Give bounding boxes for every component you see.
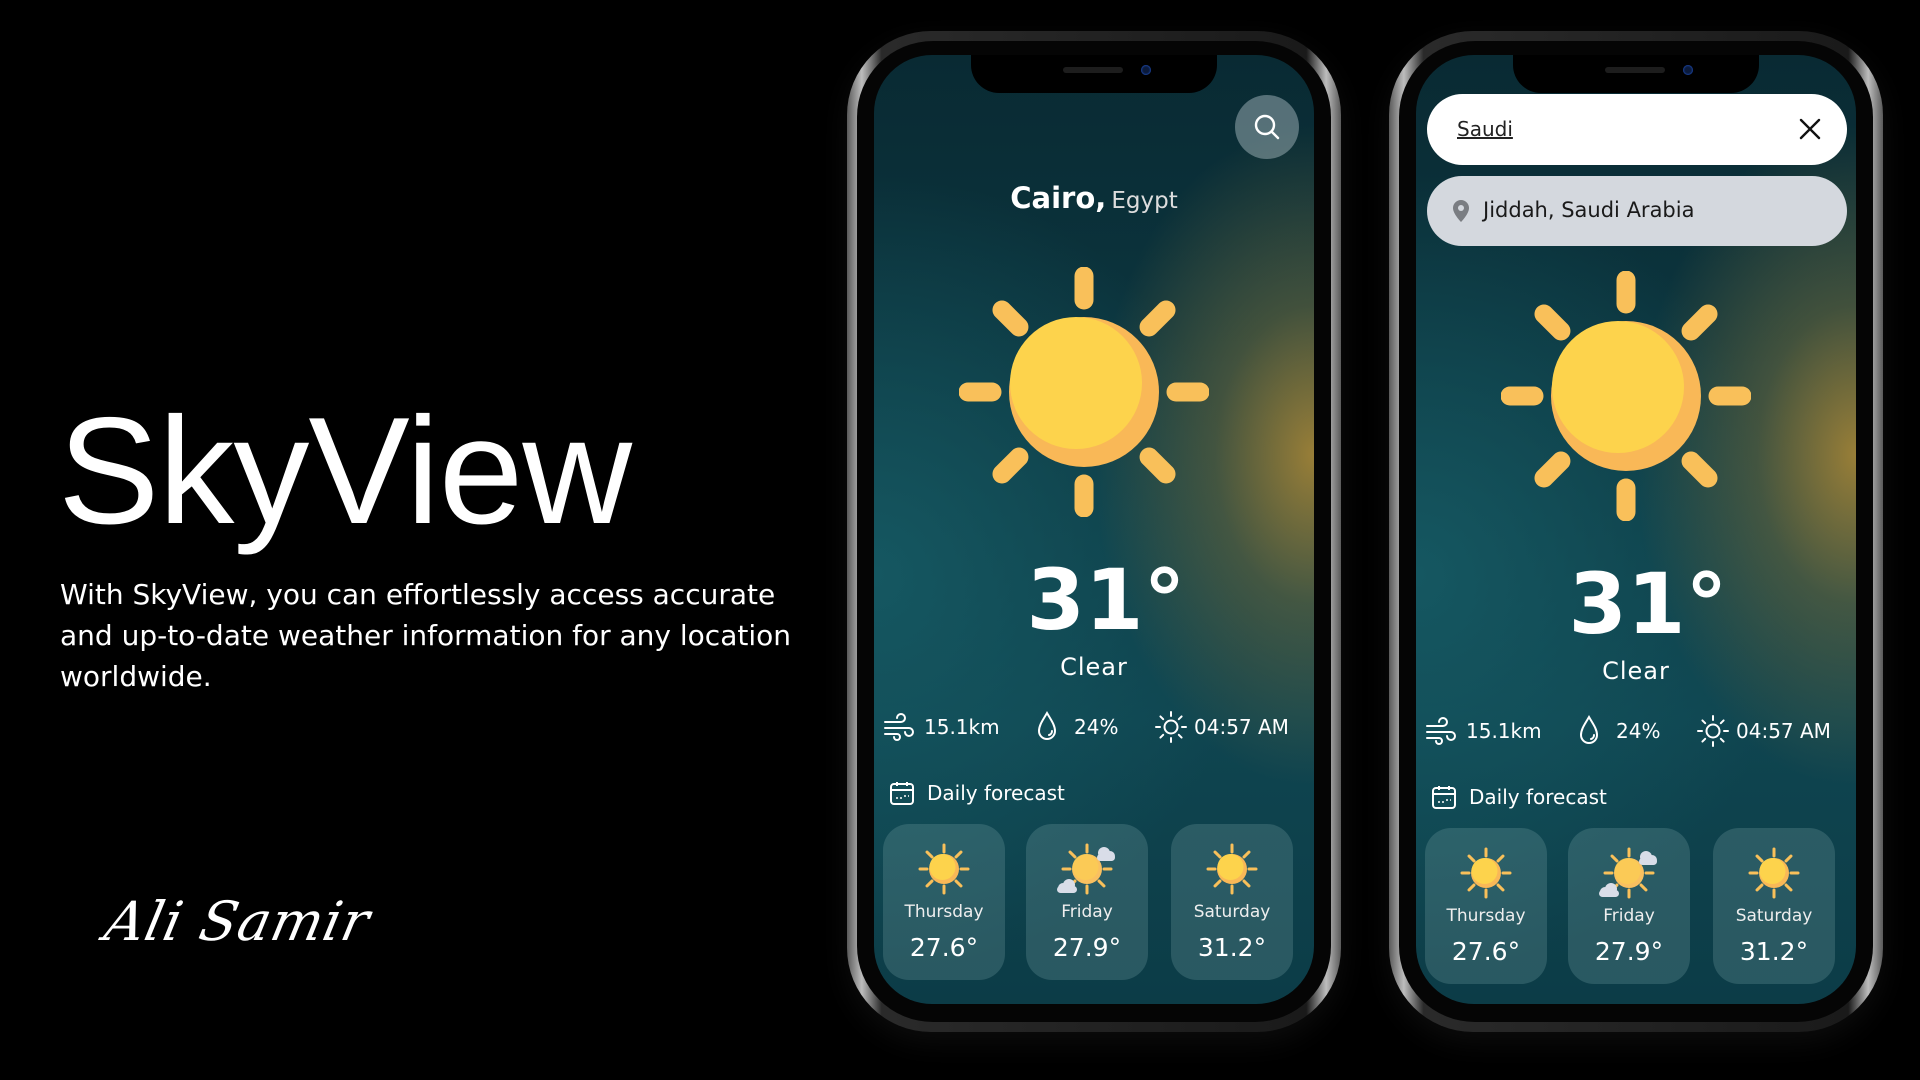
- wind-value: 15.1km: [924, 715, 1000, 739]
- daily-forecast-label: Daily forecast: [1469, 785, 1607, 809]
- forecast-temp: 27.6°: [1451, 937, 1521, 966]
- sun-ray: [992, 300, 1029, 337]
- phone-notch: [1513, 55, 1759, 93]
- sun-ray: [1139, 300, 1176, 337]
- forecast-temp: 31.2°: [1739, 937, 1809, 966]
- search-bar: [1427, 94, 1847, 165]
- forecast-temp: 27.9°: [1052, 933, 1122, 962]
- forecast-day: Saturday: [1193, 902, 1271, 922]
- weather-screen: 31° Clear 15.1km 24% 04:57 AM Daily fore…: [874, 55, 1314, 1004]
- forecast-temp: 27.9°: [1594, 937, 1664, 966]
- phone-mockup: 31° Clear 15.1km 24% 04:57 AM Daily fore…: [847, 31, 1341, 1032]
- current-temperature: 31°: [1568, 555, 1728, 653]
- wind-value: 15.1km: [1466, 719, 1542, 743]
- forecast-day: Saturday: [1735, 906, 1813, 926]
- sun-ray: [1534, 451, 1571, 488]
- humidity-icon: [1579, 714, 1599, 744]
- sun-cloud-icon: [1057, 843, 1115, 895]
- sun-ray: [1681, 451, 1718, 488]
- search-icon: [1254, 114, 1280, 140]
- weather-condition: Clear: [1060, 653, 1128, 681]
- wind-icon: [1426, 717, 1456, 745]
- phone-notch: [971, 55, 1217, 93]
- sun-ray: [992, 447, 1029, 484]
- location-title: Cairo, Egypt: [874, 181, 1314, 215]
- suggestion-label: Jiddah, Saudi Arabia: [1483, 198, 1695, 222]
- sunrise-value: 04:57 AM: [1736, 719, 1831, 743]
- sun-ray: [1681, 304, 1718, 341]
- app-description: With SkyView, you can effortlessly acces…: [60, 578, 791, 693]
- calendar-icon: [890, 782, 914, 805]
- current-temperature: 31°: [1026, 551, 1186, 649]
- forecast-day: Thursday: [1446, 906, 1526, 926]
- forecast-day: Friday: [1061, 902, 1113, 922]
- forecast-card[interactable]: Thursday 27.6°: [883, 824, 1005, 980]
- forecast-day: Friday: [1603, 906, 1655, 926]
- sun-ray: [1139, 447, 1176, 484]
- humidity-value: 24%: [1616, 719, 1661, 743]
- calendar-icon: [1432, 786, 1456, 809]
- humidity-icon: [1037, 710, 1057, 740]
- sun-weather-icon: [1501, 271, 1751, 521]
- sunrise-icon: [1155, 711, 1187, 743]
- forecast-temp: 31.2°: [1197, 933, 1267, 962]
- sun-icon: [918, 843, 970, 895]
- forecast-card[interactable]: Saturday 31.2°: [1713, 828, 1835, 984]
- sun-icon: [1748, 847, 1800, 899]
- country-name: Egypt: [1111, 188, 1178, 214]
- sun-icon: [1206, 843, 1258, 895]
- forecast-card[interactable]: Saturday 31.2°: [1171, 824, 1293, 980]
- location-pin-icon: [1453, 200, 1469, 222]
- forecast-card[interactable]: Friday 27.9°: [1568, 828, 1690, 984]
- search-suggestion[interactable]: Jiddah, Saudi Arabia: [1427, 176, 1847, 246]
- weather-screen: 31° Clear 15.1km 24% 04:57 AM Daily fore…: [1416, 55, 1856, 1004]
- sun-weather-icon: [959, 267, 1209, 517]
- search-button[interactable]: [1235, 95, 1299, 159]
- close-icon[interactable]: [1797, 116, 1823, 142]
- city-name: Cairo,: [1010, 181, 1107, 215]
- forecast-card[interactable]: Thursday 27.6°: [1425, 828, 1547, 984]
- phone-mockup: 31° Clear 15.1km 24% 04:57 AM Daily fore…: [1389, 31, 1883, 1032]
- sunrise-value: 04:57 AM: [1194, 715, 1289, 739]
- sun-cloud-icon: [1599, 847, 1657, 899]
- forecast-day: Thursday: [904, 902, 984, 922]
- sun-ray: [1534, 304, 1571, 341]
- sun-icon: [1460, 847, 1512, 899]
- app-title: SkyView: [58, 386, 632, 556]
- humidity-value: 24%: [1074, 715, 1119, 739]
- wind-icon: [884, 713, 914, 741]
- forecast-card[interactable]: Friday 27.9°: [1026, 824, 1148, 980]
- sunrise-icon: [1697, 715, 1729, 747]
- search-input[interactable]: [1457, 114, 1757, 144]
- daily-forecast-label: Daily forecast: [927, 781, 1065, 805]
- signature: Ali Samir: [99, 890, 376, 953]
- forecast-temp: 27.6°: [909, 933, 979, 962]
- weather-condition: Clear: [1602, 657, 1670, 685]
